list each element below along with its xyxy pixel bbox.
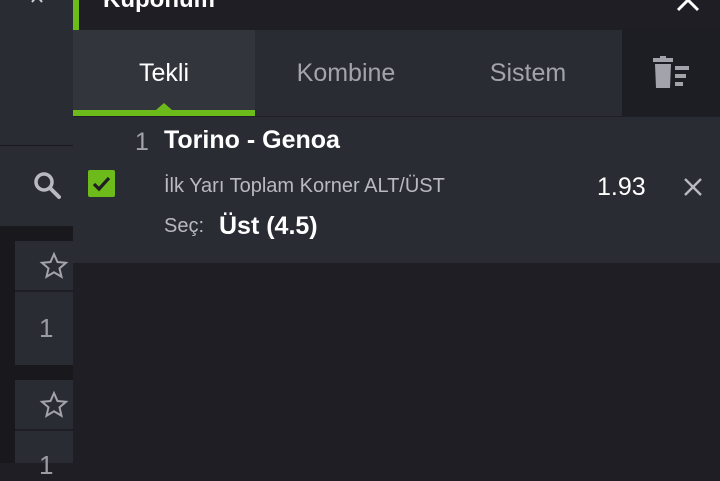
search-icon[interactable] <box>32 170 62 200</box>
background-card-value[interactable]: 1 <box>39 450 53 481</box>
tab-tekli[interactable]: Tekli <box>73 30 255 116</box>
bet-checkbox[interactable] <box>88 170 115 197</box>
selection-label: Seç: <box>164 215 205 237</box>
chevron-up-icon <box>31 0 43 3</box>
bet-item: 1 Torino - Genoa İlk Yarı Toplam Korner … <box>73 117 720 263</box>
tab-sistem[interactable]: Sistem <box>437 30 619 116</box>
market-name: İlk Yarı Toplam Korner ALT/ÜST <box>164 175 445 197</box>
card-divider <box>15 429 73 431</box>
tab-kombine[interactable]: Kombine <box>255 30 437 116</box>
background-header <box>0 0 73 145</box>
clear-all-button[interactable] <box>622 30 720 116</box>
bet-type-tabs: Tekli Kombine Sistem <box>73 30 720 116</box>
star-icon[interactable] <box>39 390 69 420</box>
active-tab-indicator <box>73 110 255 116</box>
tab-label: Sistem <box>489 58 567 87</box>
bet-slip-header: Kuponum <box>79 0 720 30</box>
bet-odds: 1.93 <box>597 173 646 201</box>
match-name: Torino - Genoa <box>164 126 340 154</box>
tab-label: Kombine <box>296 58 396 87</box>
active-tab-pointer <box>156 103 172 110</box>
close-icon[interactable] <box>674 0 702 14</box>
bet-slip-title: Kuponum <box>103 0 215 14</box>
tab-label: Tekli <box>138 58 189 87</box>
checkbox-checked-icon <box>92 176 111 192</box>
background-event-card[interactable]: 1 <box>15 380 73 480</box>
star-icon[interactable] <box>39 251 69 281</box>
remove-icon[interactable] <box>683 177 703 197</box>
bet-index: 1 <box>135 128 149 156</box>
background-card-value[interactable]: 1 <box>39 313 53 344</box>
selection-value: Üst (4.5) <box>219 212 318 240</box>
background-event-card[interactable]: 1 <box>15 241 73 365</box>
trash-list-icon <box>653 56 689 88</box>
card-divider <box>15 290 73 292</box>
